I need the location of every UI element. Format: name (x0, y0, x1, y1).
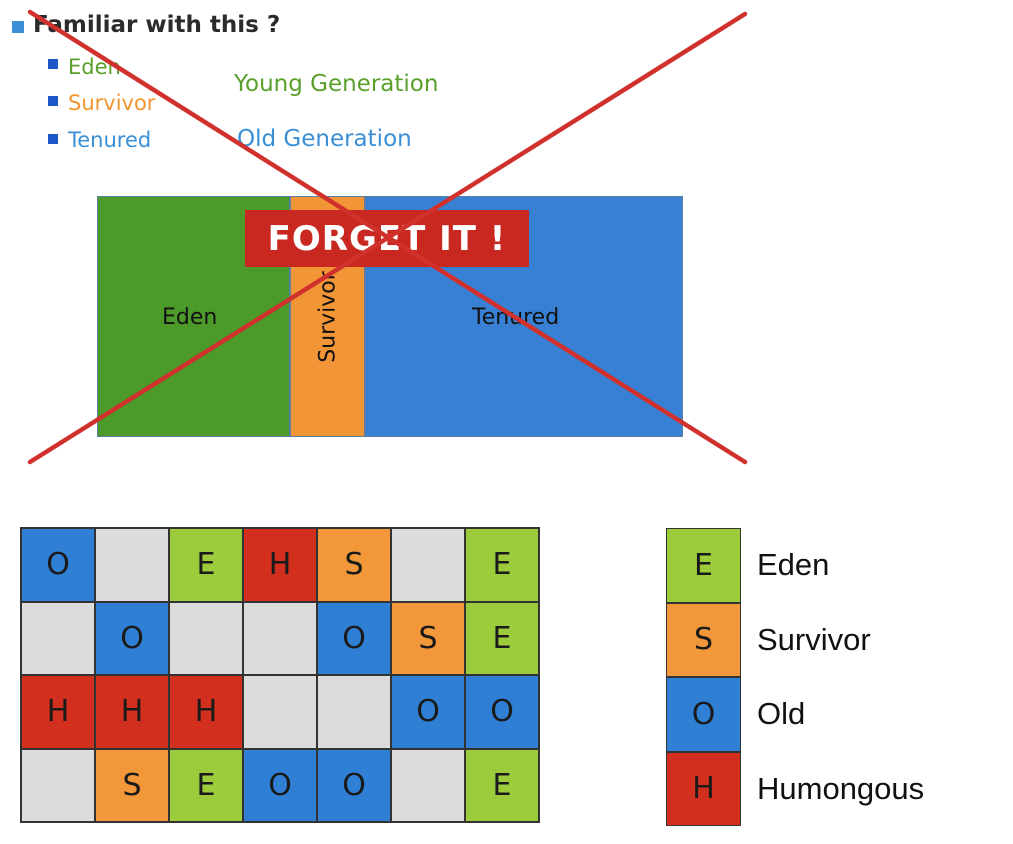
heap-tenured-label: Tenured (472, 305, 560, 330)
bullet-icon (48, 96, 58, 106)
region-cell-e: E (465, 748, 539, 822)
region-cell-o: O (95, 601, 169, 675)
list-item-survivor: Survivor (68, 91, 156, 115)
region-cell-s: S (317, 528, 391, 602)
region-cell-o: O (317, 601, 391, 675)
region-cell-e: E (465, 528, 539, 602)
region-cell-s: S (95, 748, 169, 822)
legend-label: Old (757, 696, 806, 732)
region-cell-h: H (169, 675, 243, 749)
region-cell-empty (391, 528, 465, 602)
region-cell-e: E (169, 748, 243, 822)
legend-swatch: E (666, 528, 741, 603)
legend-label: Humongous (757, 770, 925, 806)
region-cell-o: O (21, 528, 95, 602)
list-item-tenured: Tenured (68, 128, 152, 152)
forget-it-banner: FORGET IT ! (245, 210, 529, 267)
legend-swatch: S (666, 602, 741, 677)
region-cell-e: E (169, 528, 243, 602)
heading-bullet-icon (12, 21, 24, 33)
heap-eden-label: Eden (162, 305, 218, 330)
region-cell-empty (243, 675, 317, 749)
region-cell-e: E (465, 601, 539, 675)
legend-label: Survivor (757, 621, 871, 657)
region-cell-empty (169, 601, 243, 675)
legend: E Eden S Survivor O Old H Humongous (666, 528, 924, 826)
region-cell-empty (317, 675, 391, 749)
region-cell-o: O (243, 748, 317, 822)
legend-item: O Old (666, 677, 924, 752)
region-cell-empty (21, 601, 95, 675)
region-cell-empty (243, 601, 317, 675)
heap-survivor-label: Survivor (315, 270, 340, 363)
legend-swatch: O (666, 677, 741, 752)
region-cell-empty (95, 528, 169, 602)
region-cell-o: O (317, 748, 391, 822)
region-cell-s: S (391, 601, 465, 675)
young-generation-label: Young Generation (234, 71, 439, 97)
g1-region-grid: OEHSEOOSEHHHOOSEOOE (20, 527, 540, 823)
old-generation-label: Old Generation (237, 126, 412, 152)
region-cell-empty (391, 748, 465, 822)
region-cell-h: H (21, 675, 95, 749)
region-cell-h: H (243, 528, 317, 602)
legend-item: E Eden (666, 528, 924, 603)
list-item-eden: Eden (68, 55, 121, 79)
legend-swatch: H (666, 751, 741, 826)
bullet-icon (48, 59, 58, 69)
region-cell-h: H (95, 675, 169, 749)
legend-item: S Survivor (666, 602, 924, 677)
bullet-icon (48, 134, 58, 144)
legend-item: H Humongous (666, 751, 925, 826)
heading: Familiar with this ? (33, 12, 281, 38)
legend-label: Eden (757, 547, 830, 583)
region-cell-o: O (391, 675, 465, 749)
region-cell-empty (21, 748, 95, 822)
region-cell-o: O (465, 675, 539, 749)
